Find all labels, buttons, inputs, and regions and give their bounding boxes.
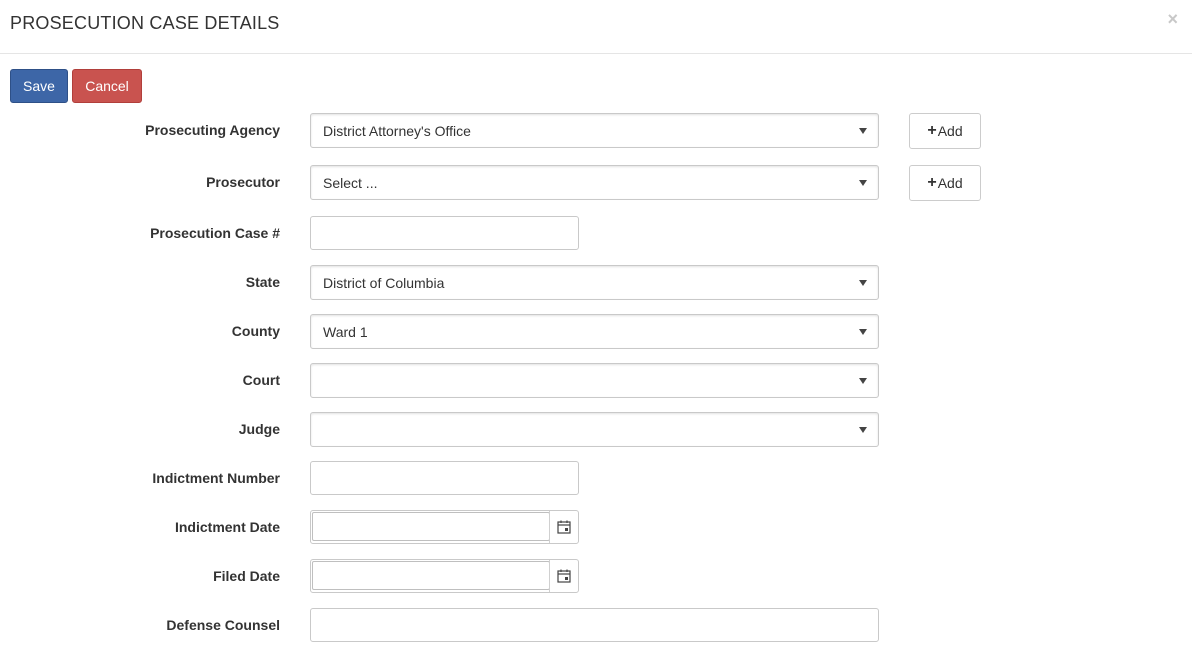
state-value: District of Columbia <box>323 275 445 291</box>
prosecuting-agency-select[interactable]: District Attorney's Office <box>310 113 879 148</box>
defense-counsel-input[interactable] <box>310 608 879 642</box>
indictment-number-input[interactable] <box>310 461 579 495</box>
cancel-button[interactable]: Cancel <box>72 69 142 103</box>
add-label: Add <box>937 175 963 191</box>
prosecutor-label: Prosecutor <box>206 174 280 190</box>
prosecuting-agency-label: Prosecuting Agency <box>145 122 280 138</box>
defense-counsel-label: Defense Counsel <box>166 617 280 633</box>
filed-date-input[interactable] <box>312 561 550 590</box>
county-value: Ward 1 <box>323 324 368 340</box>
indictment-date-picker <box>310 510 579 544</box>
indictment-number-label: Indictment Number <box>152 470 280 486</box>
chevron-down-icon <box>859 427 867 433</box>
chevron-down-icon <box>859 180 867 186</box>
prosecution-case-number-label: Prosecution Case # <box>150 225 280 241</box>
judge-label: Judge <box>238 421 280 437</box>
judge-select[interactable] <box>310 412 879 447</box>
filed-date-picker <box>310 559 579 593</box>
indictment-date-input[interactable] <box>312 512 550 541</box>
prosecutor-select[interactable]: Select ... <box>310 165 879 200</box>
add-prosecuting-agency-button[interactable]: + Add <box>909 113 981 149</box>
county-select[interactable]: Ward 1 <box>310 314 879 349</box>
prosecution-case-number-input[interactable] <box>310 216 579 250</box>
calendar-icon[interactable] <box>549 560 578 592</box>
state-select[interactable]: District of Columbia <box>310 265 879 300</box>
close-icon[interactable]: × <box>1167 10 1178 28</box>
calendar-icon[interactable] <box>549 511 578 543</box>
save-button[interactable]: Save <box>10 69 68 103</box>
chevron-down-icon <box>859 128 867 134</box>
plus-icon: + <box>927 174 937 191</box>
state-label: State <box>245 274 280 290</box>
add-prosecutor-button[interactable]: + Add <box>909 165 981 201</box>
filed-date-label: Filed Date <box>213 568 280 584</box>
chevron-down-icon <box>859 378 867 384</box>
chevron-down-icon <box>859 329 867 335</box>
court-label: Court <box>242 372 280 388</box>
dialog-title: PROSECUTION CASE DETAILS <box>10 13 280 33</box>
court-select[interactable] <box>310 363 879 398</box>
dialog-header: PROSECUTION CASE DETAILS × <box>0 0 1192 54</box>
prosecuting-agency-value: District Attorney's Office <box>323 123 471 139</box>
county-label: County <box>231 323 280 339</box>
prosecutor-value: Select ... <box>323 175 378 191</box>
chevron-down-icon <box>859 280 867 286</box>
indictment-date-label: Indictment Date <box>174 519 280 535</box>
add-label: Add <box>937 123 963 139</box>
plus-icon: + <box>927 122 937 139</box>
